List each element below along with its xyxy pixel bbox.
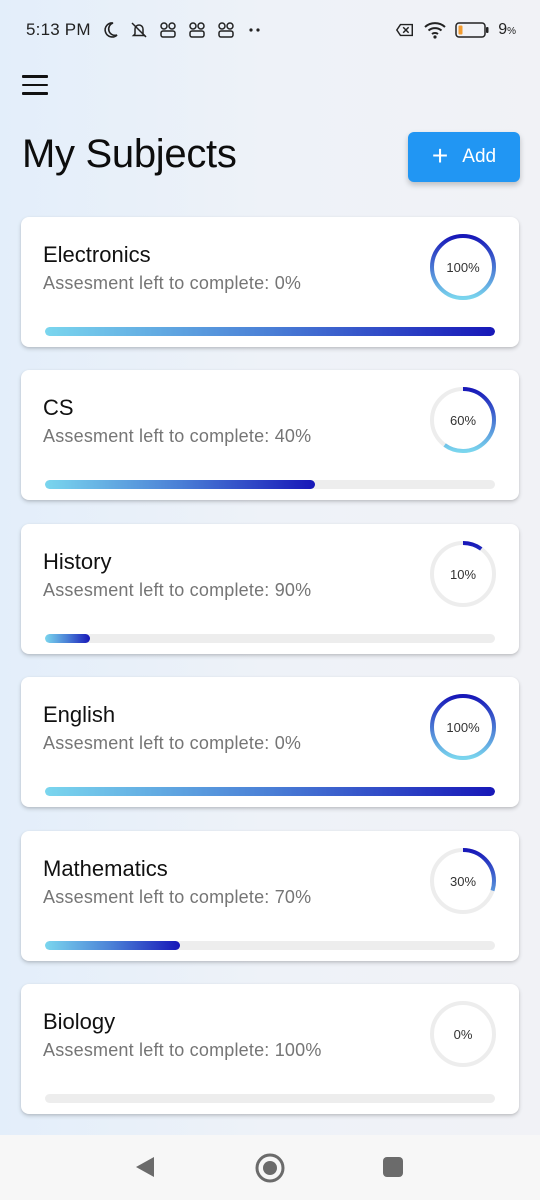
menu-icon-line xyxy=(22,83,48,87)
subject-name: Biology xyxy=(43,1009,116,1034)
plus-icon: + xyxy=(431,139,449,171)
progress-ring-label: 0% xyxy=(453,1026,473,1042)
moon-icon xyxy=(104,22,118,38)
battery-percent: 9% xyxy=(498,21,516,38)
progress-bar xyxy=(45,1094,495,1103)
menu-button[interactable] xyxy=(22,70,56,100)
progress-bar-fill xyxy=(45,634,90,643)
progress-bar-fill xyxy=(45,327,495,336)
progress-bar xyxy=(45,787,495,796)
page-title: My Subjects xyxy=(22,132,237,176)
menu-icon-line xyxy=(22,92,48,95)
subject-name: Electronics xyxy=(43,242,151,267)
subject-assessment-left: Assesment left to complete: 0% xyxy=(43,273,302,293)
menu-icon-line xyxy=(22,75,48,78)
subject-assessment-left: Assesment left to complete: 40% xyxy=(43,426,312,446)
app-notification-icon xyxy=(159,22,176,38)
battery-low-icon xyxy=(455,22,489,38)
status-time: 5:13 PM xyxy=(26,20,91,39)
progress-bar-fill xyxy=(45,787,495,796)
subject-card[interactable]: CS Assesment left to complete: 40% 60% xyxy=(21,370,519,500)
back-icon[interactable] xyxy=(133,1155,157,1179)
subject-assessment-left: Assesment left to complete: 0% xyxy=(43,733,302,753)
wifi-icon xyxy=(424,22,446,39)
more-dots-icon xyxy=(249,28,260,32)
system-nav-bar xyxy=(0,1135,540,1200)
progress-ring-label: 30% xyxy=(449,873,477,889)
progress-bar xyxy=(45,480,495,489)
progress-bar xyxy=(45,941,495,950)
status-left: 5:13 PM xyxy=(26,20,265,40)
subject-card[interactable]: History Assesment left to complete: 90% 10… xyxy=(21,524,519,654)
progress-bar xyxy=(45,327,495,336)
app-notification-icon xyxy=(188,22,205,38)
subject-assessment-left: Assesment left to complete: 90% xyxy=(43,580,312,600)
progress-bar xyxy=(45,634,495,643)
subject-name: Mathematics xyxy=(43,856,168,881)
subject-name: English xyxy=(43,702,116,727)
home-icon[interactable] xyxy=(254,1152,286,1184)
subject-assessment-left: Assesment left to complete: 100% xyxy=(43,1040,322,1060)
subject-card[interactable]: Electronics Assesment left to complete: 0… xyxy=(21,217,519,347)
add-button-label: Add xyxy=(462,146,497,167)
no-sim-icon xyxy=(396,23,414,37)
progress-ring-label: 60% xyxy=(449,412,477,428)
subject-assessment-left: Assesment left to complete: 70% xyxy=(43,887,312,907)
status-right: 9% xyxy=(395,20,516,40)
progress-bar-fill xyxy=(45,941,180,950)
subject-card[interactable]: English Assesment left to complete: 0% 100… xyxy=(21,677,519,807)
progress-ring-label: 10% xyxy=(449,566,477,582)
subject-card[interactable]: Mathematics Assesment left to complete: 7… xyxy=(21,831,519,961)
subject-name: CS xyxy=(43,395,74,420)
add-subject-button[interactable]: + Add xyxy=(408,132,520,182)
progress-bar-fill xyxy=(45,480,315,489)
subject-card[interactable]: Biology Assesment left to complete: 100% 0… xyxy=(21,984,519,1114)
progress-ring-label: 100% xyxy=(446,259,480,275)
status-bar: 5:13 PM 9% xyxy=(0,0,540,60)
recent-apps-icon[interactable] xyxy=(382,1156,404,1178)
subject-name: History xyxy=(43,549,112,574)
app-notification-icon xyxy=(217,22,234,38)
bell-muted-icon xyxy=(131,22,147,38)
progress-ring-label: 100% xyxy=(446,719,480,735)
